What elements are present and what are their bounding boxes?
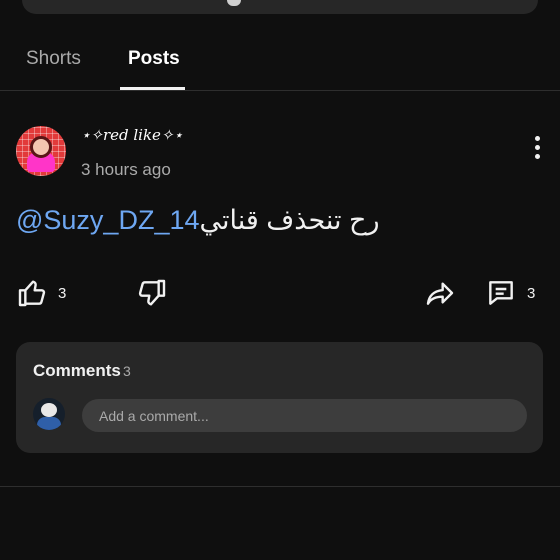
top-card-fragment (227, 0, 241, 6)
comment-icon (489, 281, 513, 305)
dislike-button[interactable] (136, 276, 168, 310)
like-count: 3 (58, 284, 67, 302)
avatar-jacket (37, 417, 61, 430)
channel-tabs: Shorts Posts (0, 30, 560, 90)
more-vert-icon[interactable] (527, 136, 547, 166)
channel-name[interactable]: ⋆✧red like✧⋆ (81, 126, 183, 144)
tabs-divider (0, 90, 560, 91)
top-card[interactable] (22, 0, 538, 14)
comments-count: 3 (123, 363, 131, 379)
like-button[interactable]: 3 (16, 276, 66, 310)
post-body-text: رح تنحذف قناتي (199, 205, 380, 235)
share-icon (426, 282, 454, 305)
add-comment-input[interactable] (82, 399, 519, 432)
comments-panel[interactable]: Comments 3 (16, 342, 543, 453)
comments-title: Comments (33, 361, 121, 380)
comment-count: 3 (527, 284, 536, 302)
thumb-down-icon (138, 279, 166, 306)
post-divider (0, 486, 560, 487)
comment-button[interactable]: 3 (485, 276, 535, 310)
thumb-up-icon (18, 280, 46, 307)
tab-shorts[interactable]: Shorts (26, 48, 81, 70)
post-timestamp: 3 hours ago (81, 160, 171, 179)
add-comment-field[interactable] (82, 399, 527, 432)
channel-avatar[interactable] (16, 126, 66, 176)
user-avatar (33, 398, 65, 430)
tab-posts[interactable]: Posts (128, 48, 180, 70)
mention-link[interactable]: @Suzy_DZ_14 (16, 205, 200, 235)
avatar-figure-face (30, 136, 52, 158)
post-text: @Suzy_DZ_14رح تنحذف قناتي (16, 205, 380, 236)
share-button[interactable] (424, 276, 456, 310)
avatar-skull (41, 403, 57, 417)
